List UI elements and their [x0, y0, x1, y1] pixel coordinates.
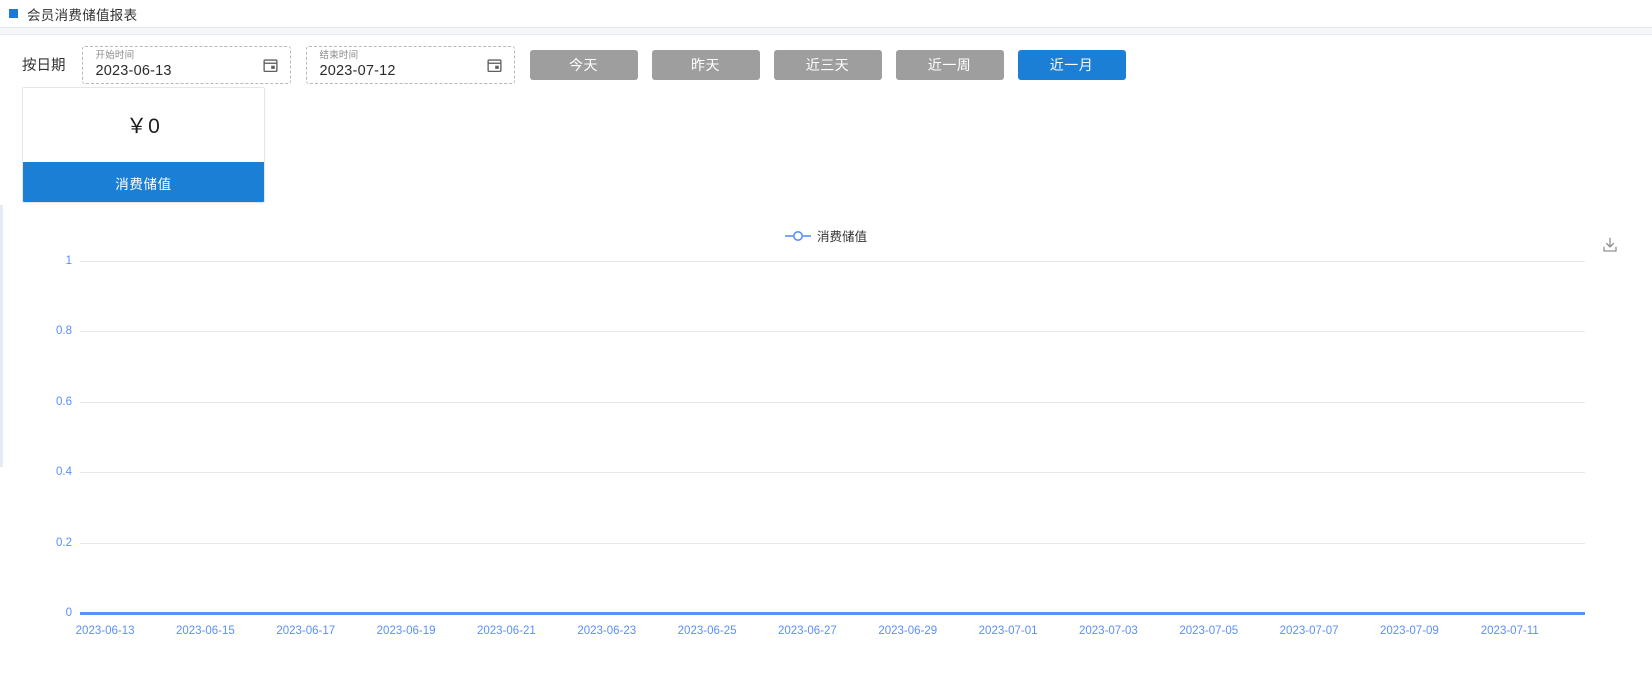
x-axis-tick-label: 2023-06-29 — [878, 625, 938, 637]
y-axis-tick-label: 0.8 — [56, 325, 72, 338]
x-axis-tick-label: 2023-06-13 — [75, 625, 135, 637]
chart-container: 消费储值 1 0.8 0.6 0.4 0.2 0 2023-06-13 2023-06-15… — [0, 212, 1652, 678]
start-date-field[interactable]: 开始时间 2023-06-13 — [81, 45, 291, 84]
chart-y-axis: 1 0.8 0.6 0.4 0.2 0 — [0, 212, 72, 678]
x-axis-tick-label: 2023-06-23 — [577, 625, 637, 637]
x-axis-tick-label: 2023-07-11 — [1480, 625, 1539, 637]
stat-card-consumption-stored-value[interactable]: ￥0 消费储值 — [22, 87, 265, 203]
x-axis-tick-label: 2023-07-07 — [1279, 625, 1339, 637]
range-button-last-month[interactable]: 近一月 — [1017, 49, 1126, 80]
range-button-last-three-days[interactable]: 近三天 — [773, 49, 882, 80]
x-axis-tick-label: 2023-06-19 — [376, 625, 436, 637]
y-axis-tick-label: 0.2 — [56, 536, 72, 549]
range-button-today[interactable]: 今天 — [529, 49, 638, 80]
range-button-yesterday[interactable]: 昨天 — [651, 49, 760, 80]
end-date-content: 结束时间 2023-07-12 — [307, 51, 396, 78]
range-button-last-week[interactable]: 近一周 — [895, 49, 1004, 80]
y-axis-tick-label: 0 — [65, 607, 72, 619]
x-axis-tick-label: 2023-06-15 — [175, 625, 235, 637]
start-date-label: 开始时间 — [95, 50, 135, 61]
x-axis-tick-label: 2023-06-25 — [677, 625, 737, 637]
end-date-field[interactable]: 结束时间 2023-07-12 — [305, 45, 515, 84]
titlebar-divider — [0, 28, 1652, 35]
x-axis-tick-label: 2023-07-05 — [1179, 625, 1239, 637]
blue-square-icon — [9, 9, 18, 18]
x-axis-tick-label: 2023-07-01 — [978, 625, 1038, 637]
stat-card-value: ￥0 — [126, 115, 161, 138]
start-date-value: 2023-06-13 — [95, 62, 172, 79]
start-date-content: 开始时间 2023-06-13 — [83, 51, 172, 78]
filter-toolbar: 按日期 开始时间 2023-06-13 结束时间 2023-07-12 今天 昨… — [0, 35, 1652, 91]
chart-plot-area: 1 0.8 0.6 0.4 0.2 0 2023-06-13 2023-06-15 2023-… — [0, 212, 1652, 678]
x-axis-tick-label: 2023-07-09 — [1379, 625, 1439, 637]
calendar-icon[interactable] — [486, 56, 503, 73]
page-title: 会员消费储值报表 — [27, 7, 138, 23]
x-axis-tick-label: 2023-06-17 — [276, 625, 336, 637]
chart-series-line-consumption — [80, 612, 1585, 615]
chart-gridline — [80, 543, 1585, 544]
chart-gridline — [80, 261, 1585, 262]
y-axis-tick-label: 0.4 — [56, 466, 72, 479]
chart-x-axis: 2023-06-13 2023-06-15 2023-06-17 2023-06-19… — [76, 625, 1585, 649]
calendar-icon[interactable] — [262, 56, 279, 73]
stat-card-footer-label: 消费储值 — [23, 162, 264, 202]
chart-gridline — [80, 402, 1585, 403]
chart-gridline — [80, 472, 1585, 473]
x-axis-tick-label: 2023-06-27 — [777, 625, 837, 637]
chart-gridline — [80, 331, 1585, 332]
x-axis-tick-label: 2023-06-21 — [476, 625, 536, 637]
end-date-value: 2023-07-12 — [319, 62, 396, 79]
y-axis-tick-label: 1 — [65, 255, 72, 267]
y-axis-tick-label: 0.6 — [56, 395, 72, 408]
end-date-label: 结束时间 — [319, 50, 359, 61]
x-axis-tick-label: 2023-07-03 — [1078, 625, 1138, 637]
window-titlebar: 会员消费储值报表 — [0, 0, 1652, 28]
filter-by-date-label: 按日期 — [22, 58, 66, 74]
